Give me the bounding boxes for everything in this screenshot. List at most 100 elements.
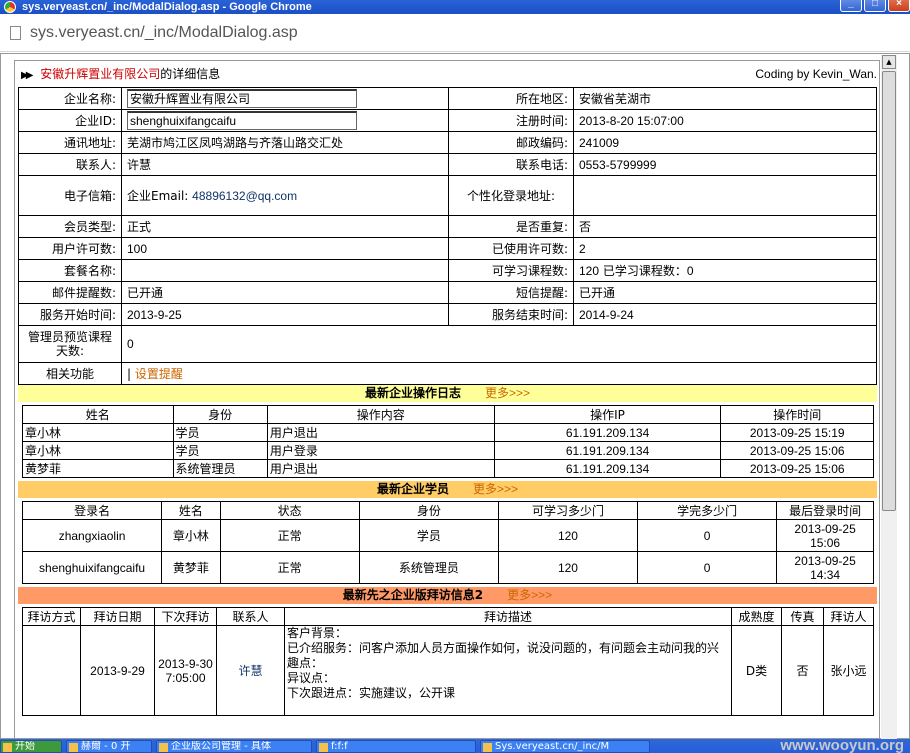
email-cell: 企业Email: 48896132@qq.com (121, 175, 449, 216)
sms-remind-label: 短信提醒: (448, 281, 574, 304)
vertical-scrollbar[interactable]: ▲ (881, 55, 897, 739)
table-cell: 章小林 (22, 441, 174, 460)
header-company-name: 安徽升辉置业有限公司 (40, 67, 161, 81)
reg-time-label: 注册时间: (448, 109, 574, 132)
postcode-label: 邮政编码: (448, 131, 574, 154)
table-cell: 系统管理员 (172, 459, 268, 478)
taskbar-app-icon (483, 743, 492, 752)
visit-description-line: 异议点： (287, 671, 336, 685)
url-text[interactable]: sys.veryeast.cn/_inc/ModalDialog.asp (30, 24, 298, 42)
address-value: 芜湖市鸠江区凤鸣湖路与齐落山路交汇处 (121, 131, 449, 154)
table-cell: 0 (637, 551, 778, 584)
table-cell: 用户登录 (266, 441, 495, 460)
scroll-thumb[interactable] (882, 71, 896, 511)
column-header: 拜访描述 (284, 607, 732, 626)
table-cell: 2013-09-25 15:19 (720, 423, 874, 442)
oplog-more-link[interactable]: 更多>>> (485, 386, 530, 400)
set-reminder-link[interactable]: 设置提醒 (135, 367, 183, 381)
visit-description-line: 已介绍服务：问客户添加人员方面操作如何，说没问题的，有问题会主动问我的兴趣点： (287, 641, 720, 670)
visit-contact[interactable]: 许慧 (216, 625, 285, 716)
visit-description-line: 下次跟进点：实施建议，公开课 (287, 686, 456, 700)
table-cell: 用户退出 (266, 423, 495, 442)
taskbar-item-label: 企业版公司管理 - 具体 (171, 741, 271, 752)
taskbar-app-icon (319, 743, 328, 752)
visit-method (22, 625, 81, 716)
table-cell: 61.191.209.134 (493, 441, 722, 460)
column-header: 拜访人 (823, 607, 874, 626)
table-header-row: 登录名 姓名 状态 身份 可学习多少门 学完多少门 最后登录时间 (21, 501, 874, 520)
table-cell: 120 (497, 551, 639, 584)
contact-value: 许慧 (121, 153, 449, 176)
service-end-value: 2014-9-24 (573, 303, 877, 326)
taskbar-item[interactable]: 企业版公司管理 - 具体 (156, 740, 312, 753)
table-row: 章小林 学员 用户退出 61.191.209.134 2013-09-25 15:19 (22, 423, 874, 442)
learned-value: 0 (686, 264, 694, 278)
taskbar-item[interactable]: 赫爾 - 0 开 (66, 740, 152, 753)
address-label: 通讯地址: (18, 131, 122, 154)
column-header: 下次拜访 (154, 607, 217, 626)
watermark: www.wooyun.org (780, 737, 904, 753)
students-title: 最新企业学员 (376, 482, 449, 496)
table-cell: 用户退出 (266, 459, 495, 478)
column-header: 姓名 (161, 501, 221, 520)
mail-remind-label: 邮件提醒数: (18, 281, 122, 304)
region-value: 安徽省芜湖市 (573, 87, 877, 110)
address-bar[interactable]: sys.veryeast.cn/_inc/ModalDialog.asp (0, 14, 910, 52)
column-header: 传真 (781, 607, 824, 626)
related-sep: | (127, 367, 132, 381)
header-suffix: 的详细信息 (160, 67, 221, 81)
maximize-button[interactable]: □ (864, 0, 886, 12)
table-row: 黄梦菲 系统管理员 用户退出 61.191.209.134 2013-09-25 15:… (22, 459, 874, 478)
window-title: sys.veryeast.cn/_inc/ModalDialog.asp - G… (22, 1, 312, 13)
table-cell: 正常 (219, 551, 360, 584)
table-cell: 章小林 (22, 423, 174, 442)
table-cell: 正常 (219, 519, 360, 552)
double-arrow-icon: ▶▶ (21, 70, 34, 81)
taskbar-item[interactable]: 开始 (0, 740, 62, 753)
related-cell: | 设置提醒 (121, 362, 877, 385)
table-cell: 学员 (358, 519, 499, 552)
user-license-value: 100 (121, 237, 449, 260)
table-cell[interactable]: zhangxiaolin (21, 519, 163, 552)
table-cell: 2013-09-25 15:06 (776, 519, 874, 552)
visits-more-link[interactable]: 更多>>> (507, 588, 552, 602)
used-license-label: 已使用许可数: (448, 237, 574, 260)
table-cell: 0 (637, 519, 778, 552)
minimize-button[interactable]: _ (840, 0, 862, 12)
students-more-link[interactable]: 更多>>> (473, 482, 518, 496)
phone-label: 联系电话: (448, 153, 574, 176)
taskbar-item-label: 赫爾 - 0 开 (81, 741, 131, 752)
service-start-value: 2013-9-25 (121, 303, 449, 326)
package-value (121, 259, 449, 282)
email-label: 电子信箱: (18, 175, 122, 216)
company-id-label: 企业ID: (18, 109, 122, 132)
table-cell[interactable]: shenghuixifangcaifu (21, 551, 163, 584)
contact-label: 联系人: (18, 153, 122, 176)
taskbar-item-label: Sys.veryeast.cn/_inc/M (495, 741, 610, 752)
oplog-title: 最新企业操作日志 (364, 386, 461, 400)
company-id-field[interactable]: shenghuixifangcaifu (127, 111, 357, 130)
students-section-header: 最新企业学员 更多>>> (18, 481, 877, 498)
column-header: 可学习多少门 (497, 501, 639, 520)
close-button[interactable]: × (888, 0, 910, 12)
sms-remind-value: 已开通 (573, 281, 877, 304)
table-row: zhangxiaolin 章小林 正常 学员 120 0 2013-09-25 15:06 (21, 519, 874, 552)
taskbar-item[interactable]: f:f:f (316, 740, 476, 753)
company-name-field[interactable]: 安徽升辉置业有限公司 (127, 89, 357, 108)
browser-window: sys.veryeast.cn/_inc/ModalDialog.asp - G… (0, 0, 910, 753)
table-row: 2013-9-29 2013-9-30 7:05:00 许慧 客户背景： 已介绍服… (22, 625, 874, 716)
taskbar-item-label: 开始 (15, 741, 35, 752)
taskbar-item[interactable]: Sys.veryeast.cn/_inc/M (480, 740, 650, 753)
table-cell: 章小林 (161, 519, 221, 552)
visits-title: 最新先之企业版拜访信息2 (342, 588, 484, 602)
table-cell: 61.191.209.134 (493, 423, 722, 442)
detail-header: ▶▶ 安徽升辉置业有限公司的详细信息 Coding by Kevin_Wan. (15, 61, 879, 87)
scroll-up-icon[interactable]: ▲ (882, 55, 896, 69)
table-cell: 2013-09-25 15:06 (720, 441, 874, 460)
column-header: 身份 (358, 501, 499, 520)
custom-login-value (573, 175, 877, 216)
email-value[interactable]: 48896132@qq.com (192, 189, 297, 203)
course-value: 120 (579, 264, 600, 278)
mail-remind-value: 已开通 (121, 281, 449, 304)
course-cell: 120 已学习课程数：0 (573, 259, 877, 282)
